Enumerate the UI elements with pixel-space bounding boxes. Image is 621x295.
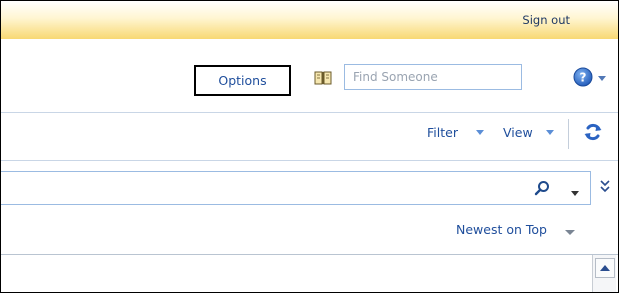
divider xyxy=(1,254,618,255)
search-icon[interactable] xyxy=(534,180,550,196)
options-label: Options xyxy=(218,73,267,88)
sign-out-link[interactable]: Sign out xyxy=(522,13,570,27)
options-button[interactable]: Options xyxy=(194,65,291,96)
refresh-icon[interactable] xyxy=(582,121,604,143)
expand-icon[interactable] xyxy=(599,178,611,196)
divider xyxy=(1,160,618,161)
view-toolbar: Filter View xyxy=(1,113,618,160)
view-button[interactable]: View xyxy=(503,125,533,140)
address-book-icon[interactable] xyxy=(314,71,332,85)
toolbar-divider xyxy=(568,119,569,149)
help-icon[interactable]: ? xyxy=(573,67,593,87)
scroll-up-button[interactable] xyxy=(595,258,615,278)
search-input[interactable] xyxy=(1,171,591,205)
scroll-up-arrow-icon xyxy=(600,265,610,271)
outlook-web-pane: Sign out Options Find Someone ? Filter V… xyxy=(0,0,619,293)
svg-text:?: ? xyxy=(580,71,587,85)
help-menu-caret[interactable] xyxy=(598,76,606,81)
filter-caret-icon[interactable] xyxy=(476,130,484,135)
find-someone-input[interactable] xyxy=(344,64,522,90)
filter-button[interactable]: Filter xyxy=(427,125,458,140)
search-options-caret-icon[interactable] xyxy=(571,191,579,196)
top-bar: Sign out xyxy=(1,1,618,39)
sort-order-button[interactable]: Newest on Top xyxy=(456,222,547,237)
view-caret-icon[interactable] xyxy=(546,130,554,135)
options-row: Options Find Someone ? xyxy=(1,40,618,112)
list-scrollbar[interactable] xyxy=(592,255,616,292)
sort-caret-icon[interactable] xyxy=(565,230,575,235)
